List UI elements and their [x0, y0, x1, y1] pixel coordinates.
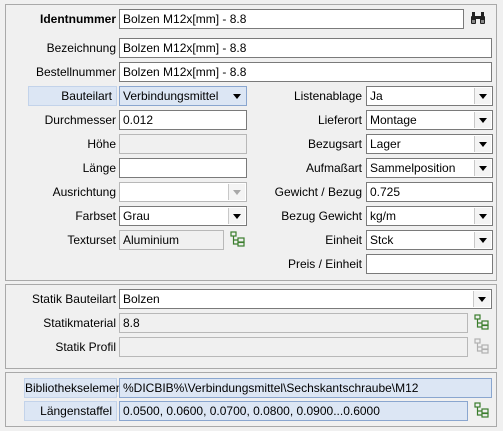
tree-picker-icon [230, 230, 246, 250]
chevron-down-icon[interactable] [473, 291, 490, 307]
listenablage-label: Listenablage [293, 89, 362, 103]
farbset-value: Grau [123, 209, 150, 223]
tree-picker-icon [474, 313, 490, 333]
ausrichtung-label: Ausrichtung [52, 185, 116, 199]
statikmaterial-label: Statikmaterial [43, 316, 116, 330]
identnummer-label: Identnummer [39, 12, 116, 26]
chevron-down-icon[interactable] [474, 112, 491, 128]
chevron-down-icon[interactable] [474, 208, 491, 224]
bezugsart-label: Bezugsart [307, 137, 362, 151]
bauteilart-select[interactable]: Verbindungsmittel [119, 86, 247, 106]
lieferort-label: Lieferort [317, 113, 362, 127]
einheit-select[interactable]: Stck [366, 230, 493, 250]
hoehe-label: Höhe [87, 137, 116, 151]
statik-bauteilart-label: Statik Bauteilart [31, 292, 116, 306]
laengenstaffel-picker-button[interactable] [472, 401, 492, 421]
bauteilart-label: Bauteilart [28, 86, 117, 106]
chevron-down-icon[interactable] [474, 136, 491, 152]
bezeichnung-field[interactable]: Bolzen M12x[mm] - 8.8 [119, 38, 492, 58]
bauteilart-value: Verbindungsmittel [123, 89, 219, 103]
laenge-label: Länge [82, 161, 116, 175]
chevron-down-icon [228, 184, 245, 200]
bibliothekselement-field[interactable]: %DICBIB%\Verbindungsmittel\Sechskantschr… [119, 378, 492, 398]
bezugsart-select[interactable]: Lager [366, 134, 493, 154]
aufmassart-value: Sammelposition [370, 161, 456, 175]
bibliothekselement-label: Bibliothekselement [24, 378, 126, 398]
listenablage-select[interactable]: Ja [366, 86, 493, 106]
statik-profil-picker-button [472, 337, 492, 357]
statikmaterial-picker-button[interactable] [472, 313, 492, 333]
listenablage-value: Ja [370, 89, 383, 103]
durchmesser-label: Durchmesser [44, 113, 116, 127]
farbset-label: Farbset [75, 209, 116, 223]
chevron-down-icon[interactable] [474, 232, 491, 248]
tree-picker-icon [474, 401, 490, 421]
gewicht-bezug-field[interactable]: 0.725 [366, 182, 493, 202]
einheit-value: Stck [370, 233, 394, 247]
chevron-down-icon[interactable] [229, 88, 245, 104]
binoculars-icon [470, 11, 486, 28]
durchmesser-field[interactable]: 0.012 [119, 110, 247, 130]
statikmaterial-field: 8.8 [119, 313, 468, 333]
texturset-picker-button[interactable] [228, 230, 248, 250]
aufmassart-select[interactable]: Sammelposition [366, 158, 493, 178]
laenge-field[interactable] [119, 158, 247, 178]
aufmassart-label: Aufmaßart [305, 161, 362, 175]
bezug-gewicht-label: Bezug Gewicht [281, 209, 362, 223]
bestellnummer-field[interactable]: Bolzen M12x[mm] - 8.8 [119, 62, 492, 82]
texturset-label: Texturset [67, 233, 116, 247]
identnummer-field[interactable]: Bolzen M12x[mm] - 8.8 [119, 9, 464, 29]
chevron-down-icon[interactable] [228, 208, 245, 224]
texturset-field: Aluminium [119, 230, 224, 250]
lieferort-select[interactable]: Montage [366, 110, 493, 130]
statik-profil-field [119, 337, 468, 357]
einheit-label: Einheit [325, 233, 362, 247]
laengenstaffel-field[interactable]: 0.0500, 0.0600, 0.0700, 0.0800, 0.0900..… [119, 401, 468, 421]
farbset-select[interactable]: Grau [119, 206, 247, 226]
bezeichnung-label: Bezeichnung [46, 41, 116, 55]
bezug-gewicht-select[interactable]: kg/m [366, 206, 493, 226]
statik-profil-label: Statik Profil [55, 340, 116, 354]
laengenstaffel-label: Längenstaffel [24, 401, 117, 421]
bezug-gewicht-value: kg/m [370, 209, 397, 223]
preis-einheit-field[interactable] [366, 254, 493, 274]
gewicht-bezug-label: Gewicht / Bezug [274, 185, 362, 199]
statik-bauteilart-select[interactable]: Bolzen [119, 289, 492, 309]
preis-einheit-label: Preis / Einheit [287, 257, 362, 271]
search-button[interactable] [468, 9, 488, 29]
ausrichtung-select [119, 182, 247, 202]
chevron-down-icon[interactable] [474, 160, 491, 176]
tree-picker-icon [474, 337, 490, 357]
statik-bauteilart-value: Bolzen [123, 292, 160, 306]
bestellnummer-label: Bestellnummer [35, 65, 116, 79]
chevron-down-icon[interactable] [474, 88, 491, 104]
bezugsart-value: Lager [370, 137, 401, 151]
hoehe-field [119, 134, 247, 154]
lieferort-value: Montage [370, 113, 417, 127]
